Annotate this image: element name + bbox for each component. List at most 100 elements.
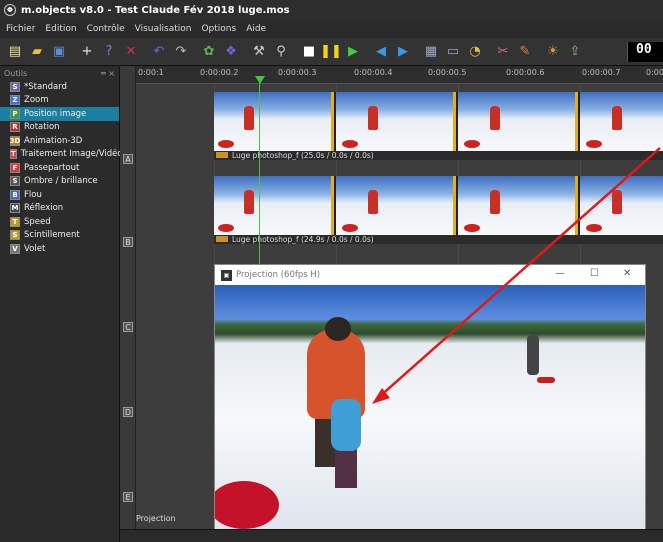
track-label-e[interactable]: E (123, 492, 133, 502)
delete-icon[interactable]: ✕ (122, 43, 140, 61)
tool-item[interactable]: Z Zoom (0, 94, 119, 108)
tool-item-label: Ombre / brillance (24, 176, 98, 187)
tool-item-label: Animation-3D (24, 135, 83, 146)
menu-options[interactable]: Options (201, 24, 236, 34)
toolbar: ▤ ▰ ▣ + ? ✕ ↶ ↷ ✿ ❖ ⚒ ⚲ ■ ❚❚ ▶ ◀ ▶ ▦ ▭ ◔… (0, 38, 663, 66)
stop-icon[interactable]: ■ (300, 43, 318, 61)
clip-thumbnail (580, 176, 663, 236)
track-label-d[interactable]: D (123, 407, 133, 417)
ungroup-icon[interactable]: ❖ (222, 43, 240, 61)
screen-icon[interactable]: ▭ (444, 43, 462, 61)
ruler-tick: 0:00 (646, 68, 663, 77)
clip-track-b[interactable]: Luge photoshop_f (24.9s / 0.0s / 0.0s) (214, 176, 663, 244)
menu-file[interactable]: Fichier (6, 24, 35, 34)
tool-item[interactable]: M Réflexion (0, 202, 119, 216)
menu-view[interactable]: Visualisation (135, 24, 192, 34)
clip-label: Luge photoshop_f (24.9s / 0.0s / 0.0s) (214, 235, 663, 244)
tool-item[interactable]: V Volet (0, 242, 119, 256)
prev-icon[interactable]: ◀ (372, 43, 390, 61)
blur-icon: B (10, 189, 20, 200)
palette-icon[interactable]: ☀ (544, 43, 562, 61)
track-label-c[interactable]: C (123, 322, 133, 332)
close-button[interactable]: ✕ (623, 268, 631, 279)
timeline-scrollbar[interactable] (120, 529, 663, 542)
ruler-tick: 0:00:00.6 (506, 68, 545, 77)
clip-thumbnail (458, 176, 578, 236)
wand-icon[interactable]: ⚲ (272, 43, 290, 61)
export-icon[interactable]: ⇪ (566, 43, 584, 61)
open-icon[interactable]: ▰ (28, 43, 46, 61)
position-icon: P (10, 108, 20, 119)
magic-icon[interactable]: ⚒ (250, 43, 268, 61)
tool-item-label: *Standard (24, 81, 67, 92)
window-title: m.objects v8.0 - Test Claude Fév 2018 lu… (21, 4, 290, 16)
time-ruler[interactable]: 0:00:1 0:00:00.2 0:00:00.3 0:00:00.4 0:0… (136, 66, 663, 84)
standard-icon: S (10, 81, 20, 92)
passepartout-icon: F (10, 162, 20, 173)
menu-edit[interactable]: Edition (45, 24, 76, 34)
playhead-marker-icon[interactable] (255, 76, 265, 84)
shadow-icon: S (10, 176, 20, 187)
next-icon[interactable]: ▶ (394, 43, 412, 61)
tool-item-label: Volet (24, 243, 46, 254)
group-icon[interactable]: ✿ (200, 43, 218, 61)
tools-header: Outils ═ × (0, 66, 119, 80)
projection-preview (215, 285, 645, 529)
track-letters: A B C D E (120, 66, 136, 542)
track-label-b[interactable]: B (123, 237, 133, 247)
processing-icon: T (10, 149, 17, 160)
add-icon[interactable]: + (78, 43, 96, 61)
clip-thumbnail (336, 176, 456, 236)
title-bar: Φ m.objects v8.0 - Test Claude Fév 2018 … (0, 0, 663, 20)
tool-item-label: Traitement Image/Vidéo (20, 149, 123, 160)
clip-track-a[interactable]: Luge photoshop_f (25.0s / 0.0s / 0.0s) (214, 92, 663, 160)
tool-item-label: Flou (24, 189, 42, 200)
close-icon[interactable]: ═ × (101, 69, 115, 78)
projection-title-bar[interactable]: ▣ Projection (60fps H) (215, 265, 645, 285)
maximize-button[interactable]: ☐ (590, 268, 599, 279)
rotation-icon: R (10, 122, 20, 133)
tool-item[interactable]: R Rotation (0, 121, 119, 135)
clip-thumbnail (214, 176, 334, 236)
undo-icon[interactable]: ↶ (150, 43, 168, 61)
clip-thumbnail (214, 92, 334, 152)
save-icon[interactable]: ▣ (50, 43, 68, 61)
tool-item[interactable]: P Position image (0, 107, 119, 121)
tool-item[interactable]: S Scintillement (0, 229, 119, 243)
tool-item[interactable]: S *Standard (0, 80, 119, 94)
play-icon[interactable]: ▶ (344, 43, 362, 61)
flicker-icon: S (10, 230, 20, 241)
chart-icon[interactable]: ▦ (422, 43, 440, 61)
redo-icon[interactable]: ↷ (172, 43, 190, 61)
app-icon: Φ (4, 4, 16, 16)
tool-item[interactable]: S Ombre / brillance (0, 175, 119, 189)
menu-bar: Fichier Edition Contrôle Visualisation O… (0, 20, 663, 38)
tool-item[interactable]: T Traitement Image/Vidéo (0, 148, 123, 162)
menu-help[interactable]: Aide (246, 24, 266, 34)
projection-window[interactable]: ▣ Projection (60fps H) — ☐ ✕ (214, 264, 646, 529)
wipe-icon: V (10, 243, 20, 254)
pause-icon[interactable]: ❚❚ (320, 43, 342, 61)
track-label-a[interactable]: A (123, 154, 133, 164)
clock-icon[interactable]: ◔ (466, 43, 484, 61)
tool-item-label: Passepartout (24, 162, 80, 173)
timecode-display: 00 (627, 42, 663, 62)
tool-item-label: Rotation (24, 122, 60, 133)
help-icon[interactable]: ? (100, 43, 118, 61)
tool-item[interactable]: B Flou (0, 188, 119, 202)
minimize-button[interactable]: — (555, 268, 565, 279)
pen-icon[interactable]: ✎ (516, 43, 534, 61)
new-icon[interactable]: ▤ (6, 43, 24, 61)
projection-icon: ▣ (221, 269, 232, 281)
tool-item[interactable]: T Speed (0, 215, 119, 229)
tools-icon[interactable]: ✂ (494, 43, 512, 61)
tool-item[interactable]: 3D Animation-3D (0, 134, 119, 148)
ruler-tick: 0:00:1 (138, 68, 164, 77)
menu-control[interactable]: Contrôle (87, 24, 125, 34)
ruler-tick: 0:00:00.4 (354, 68, 393, 77)
tool-item-label: Scintillement (24, 230, 80, 241)
tool-item-label: Position image (24, 108, 87, 119)
tool-item[interactable]: F Passepartout (0, 161, 119, 175)
ruler-tick: 0:00:00.7 (582, 68, 621, 77)
animation3d-icon: 3D (9, 135, 21, 146)
